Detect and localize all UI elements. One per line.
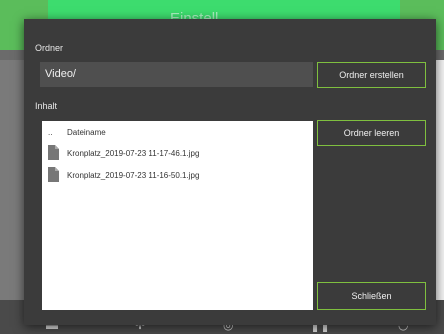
parent-folder-link[interactable]: .. <box>48 128 52 137</box>
column-header-filename[interactable]: Dateiname <box>67 128 106 137</box>
folder-dialog: Ordner Video/ Ordner erstellen Inhalt ..… <box>24 19 436 325</box>
folder-path-value: Video/ <box>45 68 76 80</box>
create-folder-label: Ordner erstellen <box>339 70 404 80</box>
empty-folder-button[interactable]: Ordner leeren <box>317 120 426 146</box>
empty-folder-label: Ordner leeren <box>343 128 400 138</box>
file-icon <box>48 145 59 160</box>
content-label: Inhalt <box>35 101 58 111</box>
folder-path-input[interactable]: Video/ <box>40 62 313 87</box>
app-left-strip <box>0 60 24 300</box>
file-name: Kronplatz_2019-07-23 11-16-50.1.jpg <box>67 171 200 180</box>
close-button[interactable]: Schließen <box>317 282 426 310</box>
file-name: Kronplatz_2019-07-23 11-17-46.1.jpg <box>67 149 200 158</box>
file-icon <box>48 167 59 182</box>
file-list-header: .. Dateiname <box>42 126 313 140</box>
folder-label: Ordner <box>35 43 64 53</box>
file-row[interactable]: Kronplatz_2019-07-23 11-16-50.1.jpg <box>42 167 313 185</box>
create-folder-button[interactable]: Ordner erstellen <box>317 62 426 88</box>
file-list[interactable]: .. Dateiname Kronplatz_2019-07-23 11-17-… <box>42 121 313 310</box>
file-row[interactable]: Kronplatz_2019-07-23 11-17-46.1.jpg <box>42 145 313 163</box>
close-label: Schließen <box>351 291 392 301</box>
